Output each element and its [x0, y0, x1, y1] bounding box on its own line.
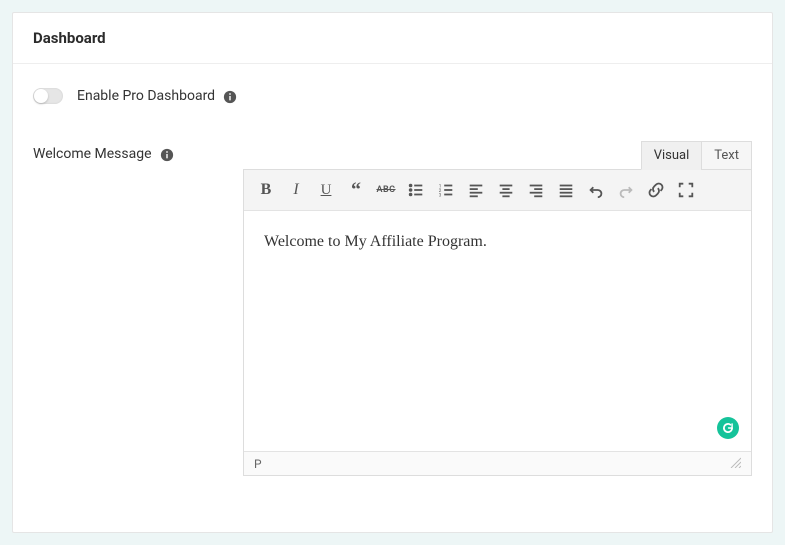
editor-status-bar: P	[244, 451, 751, 475]
undo-button[interactable]	[582, 176, 610, 204]
editor-column: Visual Text B I U “ ABC 123	[243, 140, 752, 476]
svg-text:3: 3	[439, 192, 442, 198]
italic-button[interactable]: I	[282, 176, 310, 204]
panel-body: Enable Pro Dashboard Welcome Message Vis…	[13, 64, 772, 532]
resize-handle-icon[interactable]	[729, 456, 741, 471]
underline-button[interactable]: U	[312, 176, 340, 204]
numbered-list-button[interactable]: 123	[432, 176, 460, 204]
panel-title: Dashboard	[33, 29, 106, 47]
link-button[interactable]	[642, 176, 670, 204]
editor-toolbar: B I U “ ABC 123	[244, 170, 751, 211]
welcome-message-label: Welcome Message	[33, 146, 152, 162]
editor-content-area[interactable]: Welcome to My Affiliate Program.	[244, 211, 751, 451]
strikethrough-button[interactable]: ABC	[372, 176, 400, 204]
enable-pro-dashboard-row: Enable Pro Dashboard	[33, 88, 752, 104]
welcome-message-label-col: Welcome Message	[33, 140, 243, 162]
editor-box: B I U “ ABC 123	[243, 169, 752, 476]
editor-tabs: Visual Text	[243, 141, 752, 170]
tab-visual[interactable]: Visual	[641, 141, 703, 170]
editor-element-path: P	[254, 457, 262, 471]
bold-button[interactable]: B	[252, 176, 280, 204]
dashboard-panel: Dashboard Enable Pro Dashboard Welcome M…	[12, 12, 773, 533]
bullet-list-button[interactable]	[402, 176, 430, 204]
enable-pro-dashboard-toggle[interactable]	[33, 88, 63, 104]
panel-header: Dashboard	[13, 13, 772, 64]
enable-pro-dashboard-label: Enable Pro Dashboard	[77, 88, 215, 104]
info-icon[interactable]	[223, 90, 237, 104]
editor-text: Welcome to My Affiliate Program.	[264, 233, 487, 250]
tab-text[interactable]: Text	[701, 141, 752, 170]
align-right-button[interactable]	[522, 176, 550, 204]
align-center-button[interactable]	[492, 176, 520, 204]
align-left-button[interactable]	[462, 176, 490, 204]
info-icon[interactable]	[160, 148, 174, 162]
welcome-message-row: Welcome Message Visual Text B I U “	[33, 140, 752, 476]
blockquote-button[interactable]: “	[342, 176, 370, 204]
toggle-knob	[34, 89, 48, 103]
align-justify-button[interactable]	[552, 176, 580, 204]
grammarly-icon[interactable]	[717, 417, 739, 439]
redo-button[interactable]	[612, 176, 640, 204]
fullscreen-button[interactable]	[672, 176, 700, 204]
